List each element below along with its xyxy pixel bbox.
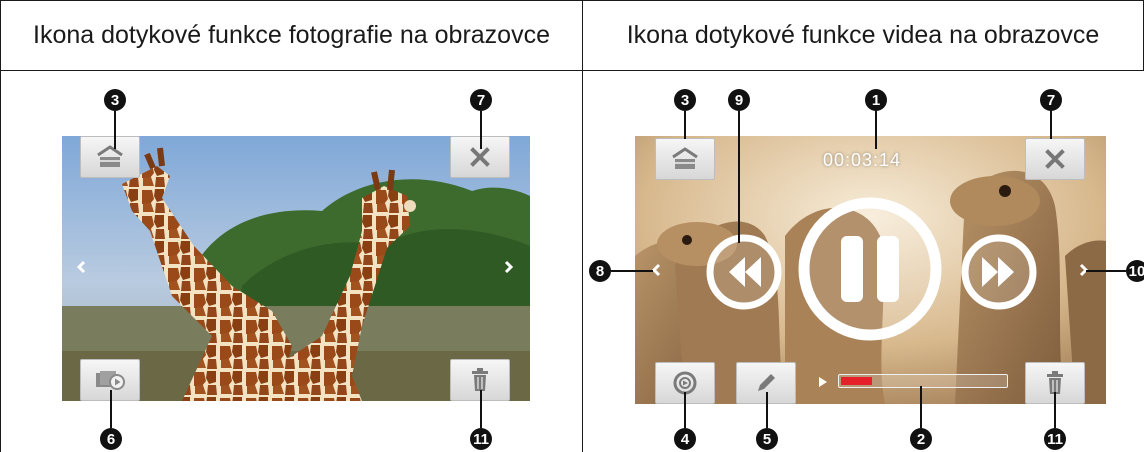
callout-line-edit — [766, 392, 768, 428]
callout-badge-exit-mode: 3 — [104, 89, 126, 111]
callout-badge-rewind: 9 — [728, 89, 750, 111]
callout-badge-delete: 11 — [470, 428, 492, 450]
callout-line-exit-mode — [114, 111, 116, 149]
chevron-left-icon — [76, 260, 86, 274]
table-header-divider — [0, 70, 1144, 71]
playback-progress-fill — [841, 377, 872, 385]
callout-badge-prev: 8 — [589, 260, 611, 282]
close-x-icon — [470, 147, 490, 167]
callout-line-exit-mode — [684, 111, 686, 139]
comparison-table: Ikona dotykové funkce fotografie na obra… — [0, 0, 1144, 452]
play-triangle-icon — [819, 377, 827, 387]
fast-forward-icon — [961, 234, 1037, 310]
exit-mode-button[interactable] — [80, 136, 140, 178]
prev-photo-arrow[interactable] — [76, 260, 86, 279]
home-box-icon — [672, 147, 698, 169]
next-video-arrow[interactable] — [1079, 263, 1089, 282]
callout-line-rotate — [684, 392, 686, 428]
next-photo-arrow[interactable] — [504, 260, 514, 279]
callout-badge-edit: 5 — [756, 428, 778, 450]
home-box-icon — [97, 145, 123, 167]
callout-line-delete — [480, 390, 482, 428]
pause-icon — [798, 197, 942, 341]
callout-badge-close: 7 — [1040, 89, 1062, 111]
video-column-header: Ikona dotykové funkce videa na obrazovce — [626, 21, 1100, 49]
video-screen: 00:03:14 — [635, 136, 1106, 404]
callout-line-slideshow — [110, 390, 112, 428]
callout-line-prev — [611, 270, 653, 272]
exit-mode-button[interactable] — [655, 138, 715, 180]
prev-video-arrow[interactable] — [651, 263, 661, 282]
chevron-right-icon — [504, 260, 514, 274]
slideshow-play-icon — [96, 371, 125, 390]
rewind-button[interactable] — [705, 233, 783, 311]
callout-badge-close: 7 — [470, 89, 492, 111]
callout-line-progress — [920, 386, 922, 428]
callout-badge-exit-mode: 3 — [674, 89, 696, 111]
callout-line-delete — [1054, 392, 1056, 428]
playback-progress-bar[interactable] — [838, 374, 1008, 388]
callout-line-close — [480, 111, 482, 149]
close-x-icon — [1045, 149, 1065, 169]
callout-badge-progress: 2 — [910, 428, 932, 450]
play-indicator — [818, 375, 828, 393]
callout-line-close — [1050, 111, 1052, 139]
callout-line-time — [875, 111, 877, 149]
trash-icon — [472, 368, 488, 391]
callout-badge-rotate: 4 — [674, 428, 696, 450]
photo-column-header: Ikona dotykové funkce fotografie na obra… — [33, 21, 550, 49]
rewind-icon — [706, 234, 782, 310]
callout-badge-next: 10 — [1126, 260, 1144, 282]
pause-button[interactable] — [795, 194, 945, 344]
photo-screen — [62, 136, 530, 401]
callout-badge-slideshow: 6 — [100, 428, 122, 450]
callout-badge-delete: 11 — [1044, 428, 1066, 450]
close-button[interactable] — [1025, 138, 1085, 180]
callout-line-rewind — [738, 111, 740, 243]
playback-time: 00:03:14 — [823, 150, 902, 170]
callout-badge-time: 1 — [865, 89, 887, 111]
callout-line-next — [1086, 270, 1126, 272]
fast-forward-button[interactable] — [960, 233, 1038, 311]
